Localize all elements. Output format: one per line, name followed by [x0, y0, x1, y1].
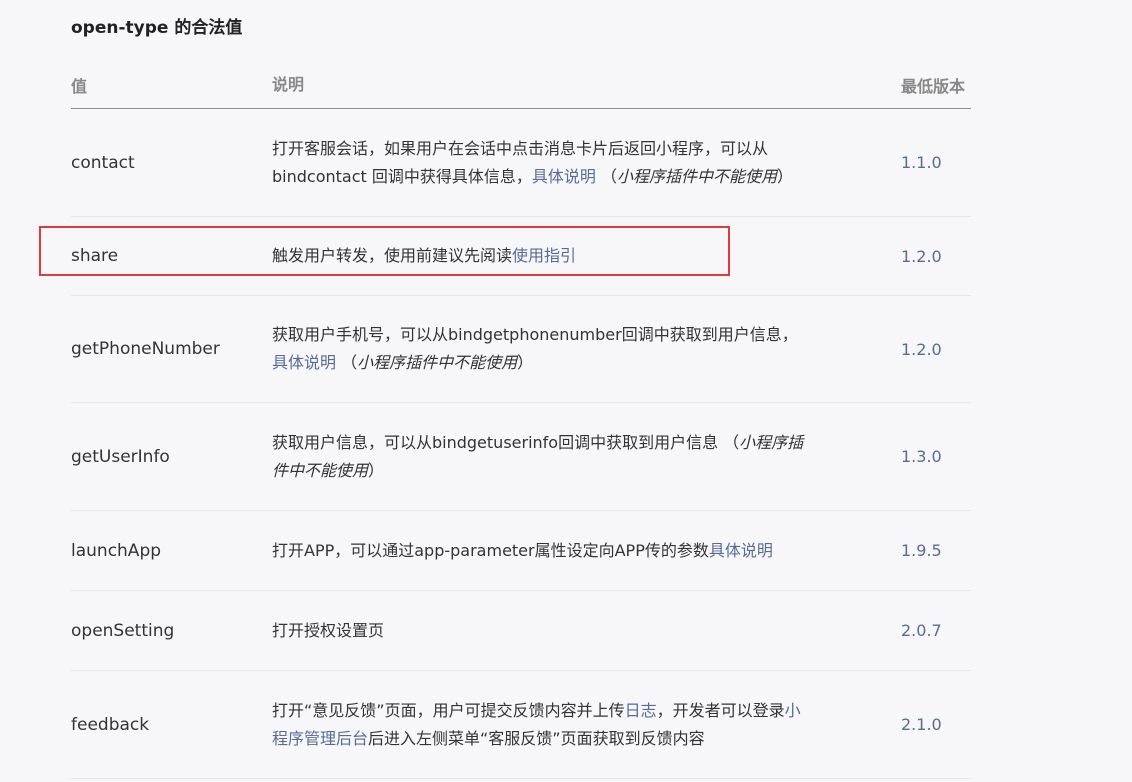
desc-text: bindcontact 回调中获得具体信息，: [272, 166, 532, 186]
admin-console-link[interactable]: 程序管理后台: [272, 729, 368, 748]
desc-opensetting: 打开授权设置页: [272, 591, 872, 670]
desc-share: 触发用户转发，使用前建议先阅读使用指引: [272, 217, 872, 295]
detail-link[interactable]: 具体说明: [709, 541, 773, 560]
table-row: feedback 打开“意见反馈”页面，用户可提交反馈内容并上传日志，开发者可以…: [71, 671, 971, 779]
open-type-table: 值 说明 最低版本 contact 打开客服会话，如果用户在会话中点击消息卡片后…: [71, 62, 971, 779]
value-getuserinfo: getUserInfo: [71, 446, 170, 467]
value-getphonenumber: getPhoneNumber: [71, 339, 220, 359]
table-row: getUserInfo 获取用户信息，可以从bindgetuserinfo回调中…: [71, 403, 971, 511]
table-header: 值 说明 最低版本: [71, 62, 971, 109]
table-row: contact 打开客服会话，如果用户在会话中点击消息卡片后返回小程序，可以从 …: [71, 109, 971, 217]
version-feedback: 2.1.0: [901, 715, 942, 734]
desc-getphonenumber: 获取用户手机号，可以从bindgetphonenumber回调中获取到用户信息，…: [272, 296, 872, 402]
value-launchapp: launchApp: [71, 540, 162, 561]
usage-guide-link[interactable]: 使用指引: [512, 246, 576, 265]
table-row: launchApp 打开APP，可以通过app-parameter属性设定向AP…: [71, 511, 971, 591]
note-bracket: ）: [368, 460, 385, 480]
plugin-note: 小程序插件中不能使用: [357, 353, 518, 372]
version-getphonenumber: 1.2.0: [901, 339, 942, 359]
version-getuserinfo: 1.3.0: [901, 447, 942, 466]
desc-contact: 打开客服会话，如果用户在会话中点击消息卡片后返回小程序，可以从 bindcont…: [272, 109, 872, 216]
note-bracket: ）: [517, 353, 534, 372]
plugin-note: 小程序插: [739, 432, 804, 452]
value-feedback: feedback: [71, 714, 150, 735]
value-contact: contact: [71, 152, 135, 173]
desc-text: 获取用户信息，可以从bindgetuserinfo回调中获取到用户信息 （: [272, 432, 740, 452]
table-row: openSetting 打开授权设置页 2.0.7: [71, 591, 971, 671]
value-opensetting: openSetting: [71, 620, 175, 641]
header-value: 值: [71, 77, 88, 96]
admin-console-link[interactable]: 小: [785, 701, 801, 720]
desc-text: 获取用户手机号，可以从bindgetphonenumber回调中获取到用户信息，: [272, 325, 798, 344]
desc-text: 打开APP，可以通过app-parameter属性设定向APP传的参数: [272, 540, 709, 560]
table-row: share 触发用户转发，使用前建议先阅读使用指引 1.2.0: [71, 217, 971, 296]
desc-getuserinfo: 获取用户信息，可以从bindgetuserinfo回调中获取到用户信息 （小程序…: [272, 403, 872, 510]
detail-link[interactable]: 具体说明: [272, 353, 336, 372]
desc-text: ，开发者可以登录: [656, 700, 785, 720]
plugin-note: 件中不能使用: [272, 460, 369, 480]
table-row: getPhoneNumber 获取用户手机号，可以从bindgetphonenu…: [71, 296, 971, 403]
version-launchapp: 1.9.5: [901, 541, 942, 560]
note-bracket: （: [336, 353, 358, 372]
section-title: open-type 的合法值: [71, 18, 243, 38]
version-opensetting: 2.0.7: [901, 621, 942, 640]
detail-link[interactable]: 具体说明: [532, 167, 596, 186]
plugin-note: 小程序插件中不能使用: [616, 166, 777, 186]
version-contact: 1.1.0: [901, 153, 942, 172]
value-share: share: [71, 246, 119, 266]
note-bracket: ）: [777, 166, 794, 186]
version-share: 1.2.0: [901, 246, 942, 266]
desc-launchapp: 打开APP，可以通过app-parameter属性设定向APP传的参数具体说明: [272, 511, 872, 590]
desc-text: 打开授权设置页: [272, 620, 385, 640]
desc-text: 触发用户转发，使用前建议先阅读: [272, 246, 513, 265]
desc-text: 打开客服会话，如果用户在会话中点击消息卡片后返回小程序，可以从: [272, 138, 769, 158]
desc-text: 打开“意见反馈”页面，用户可提交反馈内容并上传: [272, 700, 625, 720]
desc-text: 后进入左侧菜单“客服反馈”页面获取到反馈内容: [368, 728, 705, 748]
document-page: open-type 的合法值 值 说明 最低版本 contact 打开客服会话，…: [0, 0, 1132, 782]
header-version: 最低版本: [901, 77, 966, 96]
desc-feedback: 打开“意见反馈”页面，用户可提交反馈内容并上传日志，开发者可以登录小 程序管理后…: [272, 671, 872, 778]
header-description: 说明: [272, 75, 305, 94]
log-link[interactable]: 日志: [625, 701, 657, 720]
note-bracket: （: [595, 166, 617, 186]
